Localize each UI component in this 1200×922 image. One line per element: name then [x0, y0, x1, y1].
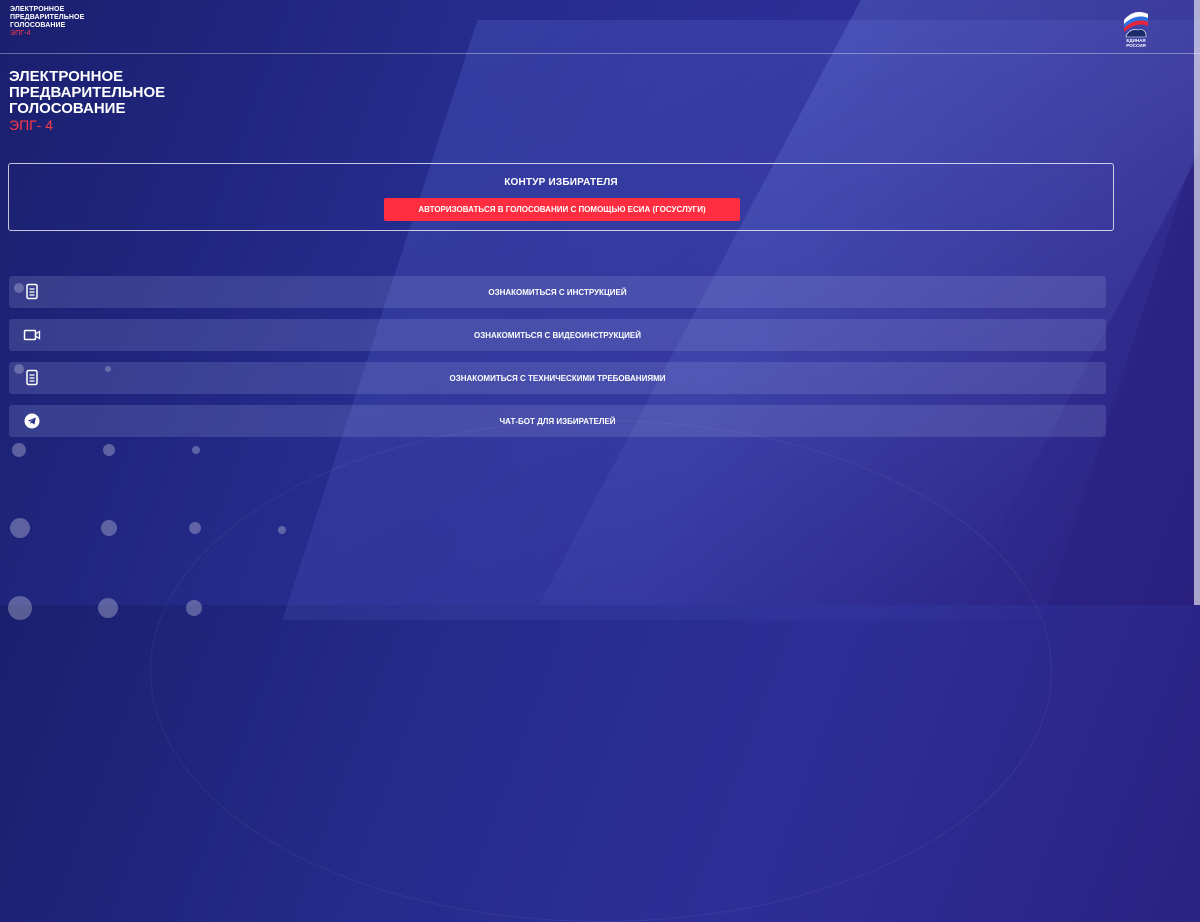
page-title: ЭЛЕКТРОННОЕ ПРЕДВАРИТЕЛЬНОЕ ГОЛОСОВАНИЕ …: [9, 68, 166, 134]
background-arc: [150, 420, 1052, 922]
flag-bear-icon: ЕДИНАЯ РОССИЯ: [1124, 12, 1148, 48]
decor-dot: [189, 522, 201, 534]
decor-dot: [10, 518, 30, 538]
svg-text:РОССИЯ: РОССИЯ: [1126, 43, 1145, 48]
esia-auth-button[interactable]: АВТОРИЗОВАТЬСЯ В ГОЛОСОВАНИИ С ПОМОЩЬЮ Е…: [384, 198, 740, 221]
menu-item-tech-requirements[interactable]: ОЗНАКОМИТЬСЯ С ТЕХНИЧЕСКИМИ ТРЕБОВАНИЯМИ: [9, 362, 1106, 394]
header-brand[interactable]: ЭЛЕКТРОННОЕ ПРЕДВАРИТЕЛЬНОЕ ГОЛОСОВАНИЕ …: [10, 6, 84, 38]
decor-dot: [278, 526, 286, 534]
menu-item-label: ОЗНАКОМИТЬСЯ С ВИДЕОИНСТРУКЦИЕЙ: [473, 330, 642, 340]
menu-item-chat-bot[interactable]: ЧАТ-БОТ ДЛЯ ИЗБИРАТЕЛЕЙ: [9, 405, 1106, 437]
decor-dot: [8, 596, 32, 620]
voter-panel: КОНТУР ИЗБИРАТЕЛЯ АВТОРИЗОВАТЬСЯ В ГОЛОС…: [8, 163, 1114, 231]
scrollbar[interactable]: [1194, 0, 1200, 605]
menu-item-label: ЧАТ-БОТ ДЛЯ ИЗБИРАТЕЛЕЙ: [499, 416, 616, 426]
decor-dot: [12, 443, 26, 457]
decor-dot: [98, 598, 118, 618]
header-brand-line: ЭЛЕКТРОННОЕ: [10, 6, 65, 13]
menu-item-label: ОЗНАКОМИТЬСЯ С ТЕХНИЧЕСКИМИ ТРЕБОВАНИЯМИ: [449, 373, 666, 383]
party-logo[interactable]: ЕДИНАЯ РОССИЯ: [1120, 6, 1152, 48]
top-bar: ЭЛЕКТРОННОЕ ПРЕДВАРИТЕЛЬНОЕ ГОЛОСОВАНИЕ …: [0, 0, 1200, 54]
decor-dot: [103, 444, 115, 456]
decor-dot: [101, 520, 117, 536]
page-title-line: ЭЛЕКТРОННОЕ: [9, 68, 124, 85]
page-title-line: ПРЕДВАРИТЕЛЬНОЕ: [9, 84, 166, 101]
page-title-line: ГОЛОСОВАНИЕ: [9, 100, 126, 117]
menu-item-video-instruction[interactable]: ОЗНАКОМИТЬСЯ С ВИДЕОИНСТРУКЦИЕЙ: [9, 319, 1106, 351]
voter-panel-title: КОНТУР ИЗБИРАТЕЛЯ: [504, 177, 618, 188]
page-title-sub: ЭПГ- 4: [9, 117, 54, 133]
header-brand-line: ГОЛОСОВАНИЕ: [10, 22, 66, 29]
menu-item-instruction[interactable]: ОЗНАКОМИТЬСЯ С ИНСТРУКЦИЕЙ: [9, 276, 1106, 308]
decor-dot: [192, 446, 200, 454]
header-brand-sub: ЭПГ-4: [10, 30, 31, 37]
header-brand-line: ПРЕДВАРИТЕЛЬНОЕ: [10, 14, 85, 21]
menu-item-label: ОЗНАКОМИТЬСЯ С ИНСТРУКЦИЕЙ: [488, 287, 627, 297]
decor-dot: [186, 600, 202, 616]
